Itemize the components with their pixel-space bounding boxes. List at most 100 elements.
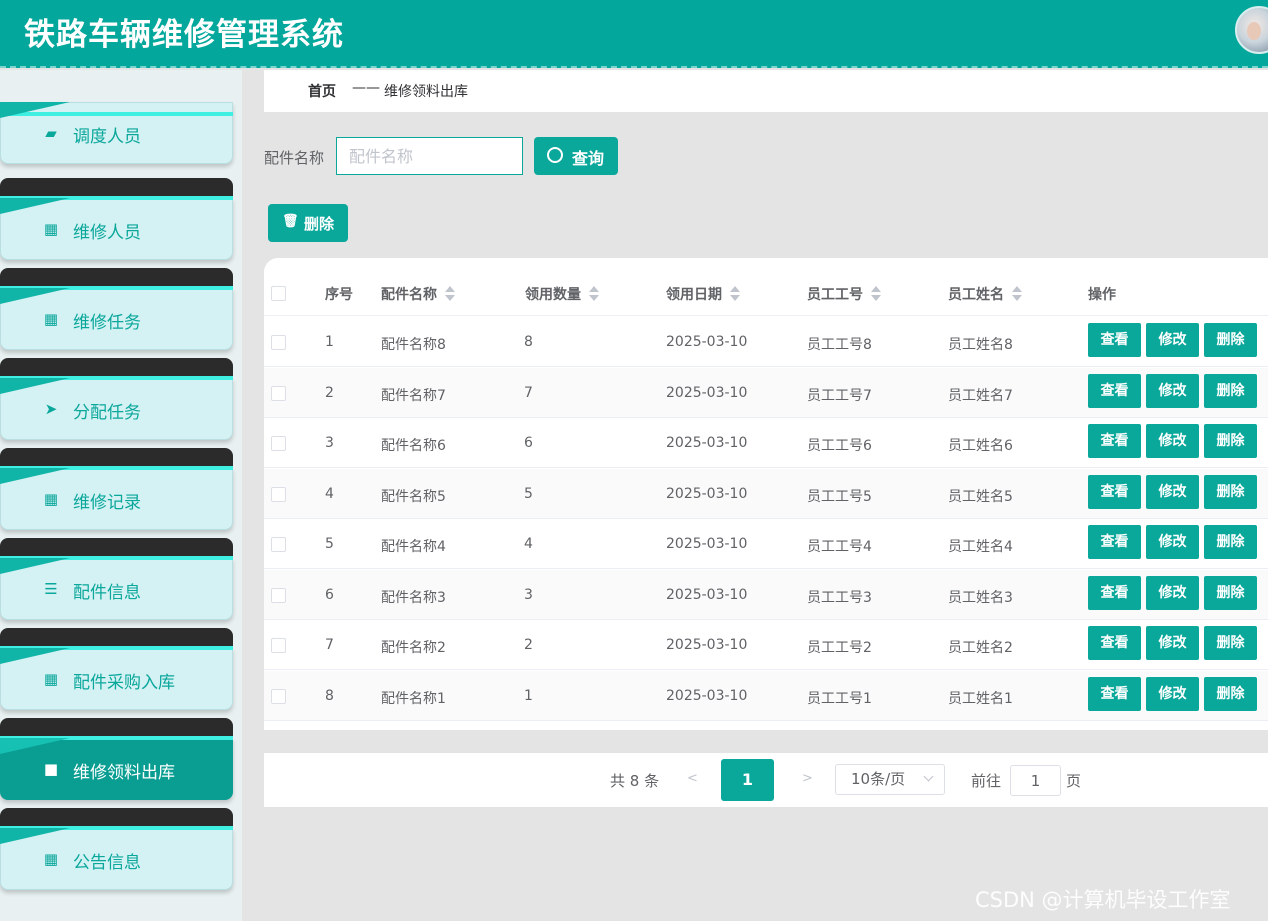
delete-button[interactable]: 删除 [1204,424,1257,458]
column-header-part-name[interactable]: 配件名称 [381,284,455,304]
query-button[interactable]: 查询 [534,137,618,175]
table-row: 5 配件名称4 4 2025-03-10 员工工号4 员工姓名4 查看 修改 删除 [264,519,1268,569]
row-checkbox[interactable] [271,335,286,350]
sidebar-item-6[interactable]: ▦ 配件采购入库 [0,628,233,710]
sidebar-item-3[interactable]: ➤ 分配任务 [0,358,233,440]
table-row: 6 配件名称3 3 2025-03-10 员工工号3 员工姓名3 查看 修改 删除 [264,569,1268,620]
column-header-quantity-label: 领用数量 [525,287,581,303]
sort-icon[interactable] [1012,286,1022,302]
table-cell: 配件名称1 [381,690,446,707]
query-button-label: 查询 [572,149,605,168]
sidebar-item-label: 分配任务 [73,403,141,423]
goto-page-input[interactable] [1010,765,1061,796]
sidebar-item-label: 维修记录 [73,493,141,513]
table-cell: 1 [325,334,334,350]
delete-button[interactable]: 删除 [1204,525,1257,559]
row-checkbox[interactable] [271,436,286,451]
user-avatar[interactable] [1235,6,1268,54]
breadcrumb-home[interactable]: 首页 [308,81,336,101]
table-cell: 员工工号5 [807,488,872,505]
row-checkbox[interactable] [271,486,286,502]
table-cell: 5 [325,536,334,552]
view-button[interactable]: 查看 [1088,575,1141,610]
table-cell: 员工工号8 [807,337,872,353]
view-button[interactable]: 查看 [1088,323,1141,357]
delete-button[interactable]: 删除 [1204,323,1257,357]
table-cell: 员工工号7 [807,387,872,404]
menu-tab-top [0,448,233,468]
sidebar-item-7[interactable]: ■ 维修领料出库 [0,718,233,800]
sidebar-item-8[interactable]: ▦ 公告信息 [0,808,233,890]
table-cell: 5 [524,485,533,502]
page-size-value: 10条/页 [851,770,906,788]
table-row: 4 配件名称5 5 2025-03-10 员工工号5 员工姓名5 查看 修改 删除 [264,468,1268,519]
row-checkbox[interactable] [271,638,286,653]
table-cell: 7 [325,637,334,653]
sidebar-item-0[interactable]: ▰ 调度人员 [0,82,233,164]
sidebar-item-2[interactable]: ▦ 维修任务 [0,268,233,350]
goto-label: 前往 [971,772,1002,790]
column-header-date[interactable]: 领用日期 [666,284,740,304]
page-size-select[interactable]: 10条/页 [835,764,945,795]
goto-unit: 页 [1066,772,1082,790]
table-cell: 3 [524,586,533,603]
edit-button[interactable]: 修改 [1146,474,1199,509]
edit-button[interactable]: 修改 [1146,373,1199,408]
table-cell: 配件名称8 [381,337,446,353]
wallet-icon: ▰ [45,124,57,142]
row-checkbox[interactable] [271,688,286,704]
pagination: 共 8 条 < 1 > 10条/页 前往 页 [264,753,1268,807]
table-cell: 员工姓名7 [948,387,1013,404]
search-input[interactable] [336,137,523,175]
app-header: 铁路车辆维修管理系统 [0,0,1268,68]
view-button[interactable]: 查看 [1088,373,1141,408]
view-button[interactable]: 查看 [1088,626,1141,660]
table-cell: 配件名称5 [381,488,446,505]
column-header-date-label: 领用日期 [666,287,722,303]
sidebar-item-label: 配件信息 [73,583,141,603]
table-cell: 2025-03-10 [666,334,748,350]
view-button[interactable]: 查看 [1088,424,1141,458]
row-checkbox[interactable] [271,385,286,401]
select-all-checkbox[interactable] [271,286,286,301]
edit-button[interactable]: 修改 [1146,424,1199,458]
sort-icon[interactable] [730,286,740,302]
column-header-quantity[interactable]: 领用数量 [525,284,599,304]
pagination-page-1[interactable]: 1 [721,759,774,801]
column-header-employee-name[interactable]: 员工姓名 [948,284,1022,304]
delete-button[interactable]: 删除 [1204,474,1257,509]
paper-plane-icon: ➤ [44,400,58,418]
table-cell: 员工姓名4 [948,539,1013,555]
delete-button[interactable]: 删除 [1204,676,1257,711]
view-button[interactable]: 查看 [1088,474,1141,509]
view-button[interactable]: 查看 [1088,525,1141,559]
column-header-employee-id-label: 员工工号 [807,287,863,303]
edit-button[interactable]: 修改 [1146,626,1199,660]
batch-delete-button[interactable]: 🗑 删除 [268,204,348,242]
sidebar-item-5[interactable]: ☰ 配件信息 [0,538,233,620]
row-checkbox[interactable] [271,587,286,603]
sort-icon[interactable] [871,286,881,302]
edit-button[interactable]: 修改 [1146,676,1199,711]
sidebar-item-label: 公告信息 [73,853,141,873]
pagination-prev-button[interactable]: < [687,771,698,786]
row-checkbox[interactable] [271,537,286,552]
sort-icon[interactable] [589,286,599,302]
delete-button[interactable]: 删除 [1204,626,1257,660]
sidebar-item-1[interactable]: ▦ 维修人员 [0,178,233,260]
table-row: 8 配件名称1 1 2025-03-10 员工工号1 员工姓名1 查看 修改 删除 [264,670,1268,721]
edit-button[interactable]: 修改 [1146,525,1199,559]
delete-button[interactable]: 删除 [1204,575,1257,610]
table-cell: 3 [325,435,334,451]
edit-button[interactable]: 修改 [1146,575,1199,610]
pagination-next-button[interactable]: > [802,771,813,786]
view-button[interactable]: 查看 [1088,676,1141,711]
delete-button[interactable]: 删除 [1204,373,1257,408]
breadcrumb: 首页 —— 维修领料出库 [264,70,1268,112]
watermark: CSDN @计算机毕设工作室 [975,888,1231,912]
sidebar-item-4[interactable]: ▦ 维修记录 [0,448,233,530]
edit-button[interactable]: 修改 [1146,323,1199,357]
sidebar-item-label: 维修领料出库 [73,763,175,783]
sort-icon[interactable] [445,286,455,302]
column-header-employee-id[interactable]: 员工工号 [807,284,881,304]
